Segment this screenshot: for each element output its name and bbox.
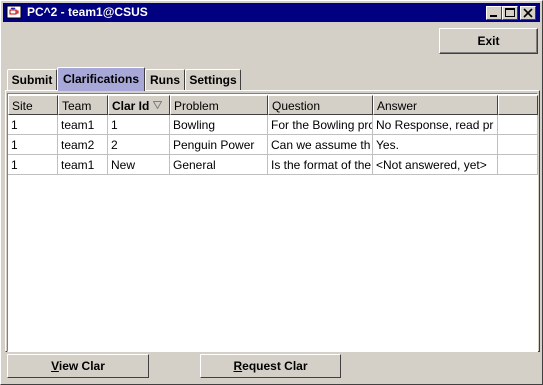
sort-descending-icon (153, 101, 162, 109)
column-header-blank[interactable] (498, 95, 538, 115)
view-clar-mnemonic: V (51, 359, 59, 373)
column-header-site-label: Site (12, 99, 33, 113)
table-row-3-answer[interactable]: <Not answered, yet> (373, 155, 498, 175)
table-row-1-answer[interactable]: No Response, read pr (373, 115, 498, 135)
maximize-icon (505, 8, 515, 17)
tab-runs-label: Runs (150, 73, 180, 87)
minimize-icon (490, 15, 497, 17)
table-row-1-clar-id[interactable]: 1 (108, 115, 170, 135)
table-row-2-site[interactable]: 1 (8, 135, 58, 155)
column-header-question-label: Question (272, 99, 321, 113)
table-row-3-site[interactable]: 1 (8, 155, 58, 175)
tab-runs[interactable]: Runs (145, 69, 185, 91)
table-row-2-clar-id[interactable]: 2 (108, 135, 170, 155)
tab-clarifications-label: Clarifications (62, 72, 140, 86)
minimize-button[interactable] (486, 6, 502, 20)
view-clar-label: iew Clar (58, 359, 105, 373)
column-header-question[interactable]: Question (268, 95, 373, 115)
table-row-3-question[interactable]: Is the format of the (268, 155, 373, 175)
tab-settings[interactable]: Settings (185, 69, 241, 91)
close-button[interactable] (520, 6, 536, 20)
request-clar-button[interactable]: Request Clar (200, 354, 341, 378)
window-title: PC^2 - team1@CSUS (27, 5, 148, 19)
exit-button-label: Exit (477, 34, 500, 48)
table-row-2-blank[interactable] (498, 135, 538, 155)
table-row-2-problem[interactable]: Penguin Power (170, 135, 268, 155)
table-row-1-blank[interactable] (498, 115, 538, 135)
tab-clarifications[interactable]: Clarifications (57, 67, 145, 91)
column-header-clar-id[interactable]: Clar Id (108, 95, 170, 115)
table-row-1-team[interactable]: team1 (58, 115, 108, 135)
app-window: PC^2 - team1@CSUS Exit Submit Runs Setti… (0, 0, 543, 385)
column-header-team-label: Team (62, 99, 92, 113)
tab-submit-label: Submit (11, 73, 53, 87)
column-header-clar-id-label: Clar Id (112, 99, 150, 113)
column-header-answer[interactable]: Answer (373, 95, 498, 115)
java-cup-icon (6, 5, 22, 19)
title-bar[interactable]: PC^2 - team1@CSUS (3, 3, 540, 22)
clarifications-table[interactable]: Site Team Clar Id Problem Question Answe… (7, 93, 538, 352)
column-header-answer-label: Answer (377, 99, 418, 113)
close-icon (523, 8, 533, 18)
request-clar-label: equest Clar (242, 359, 308, 373)
table-row-1-question[interactable]: For the Bowling pro (268, 115, 373, 135)
column-header-team[interactable]: Team (58, 95, 108, 115)
column-header-problem[interactable]: Problem (170, 95, 268, 115)
view-clar-button[interactable]: View Clar (7, 354, 149, 378)
exit-button[interactable]: Exit (439, 28, 538, 54)
tab-submit[interactable]: Submit (7, 69, 57, 91)
column-header-problem-label: Problem (174, 99, 219, 113)
table-row-3-blank[interactable] (498, 155, 538, 175)
column-header-site[interactable]: Site (8, 95, 58, 115)
table-row-1-site[interactable]: 1 (8, 115, 58, 135)
tab-settings-label: Settings (189, 73, 237, 87)
maximize-button[interactable] (502, 6, 518, 20)
request-clar-mnemonic: R (233, 359, 243, 373)
table-row-2-answer[interactable]: Yes. (373, 135, 498, 155)
table-row-3-team[interactable]: team1 (58, 155, 108, 175)
table-row-2-question[interactable]: Can we assume th (268, 135, 373, 155)
table-row-3-clar-id[interactable]: New (108, 155, 170, 175)
table-row-2-team[interactable]: team2 (58, 135, 108, 155)
table-row-3-problem[interactable]: General (170, 155, 268, 175)
table-row-1-problem[interactable]: Bowling (170, 115, 268, 135)
